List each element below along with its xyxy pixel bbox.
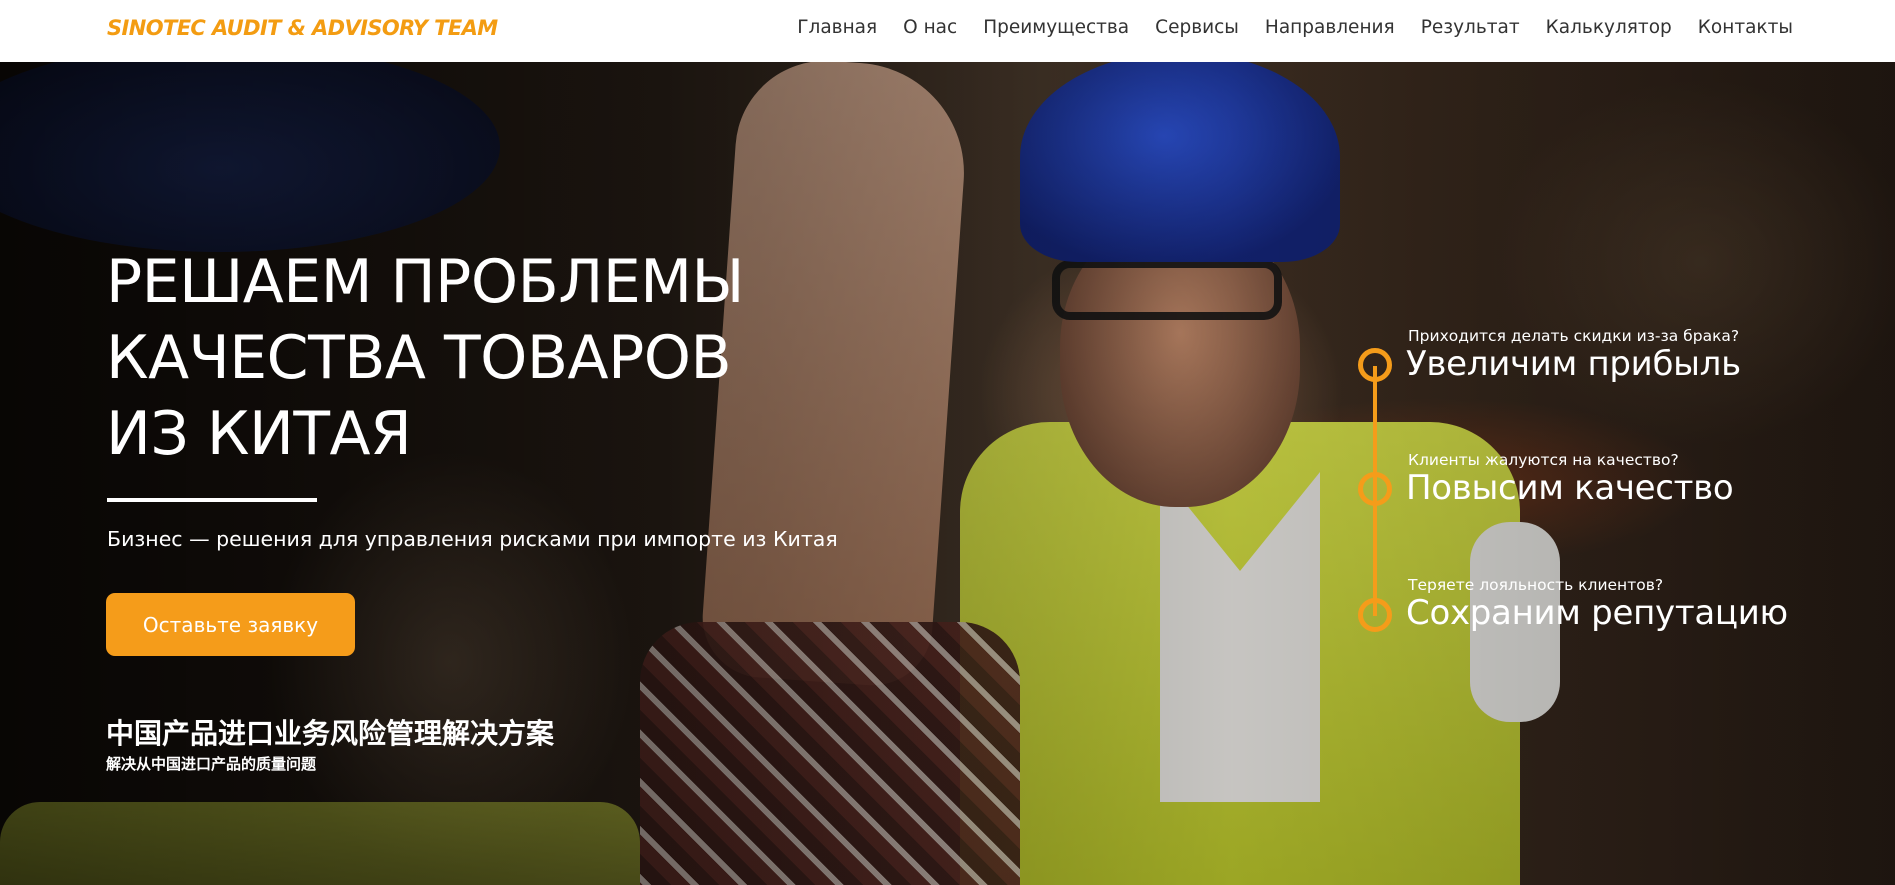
nav-item-home[interactable]: Главная: [797, 17, 877, 38]
site-header: SINOTEC AUDIT & ADVISORY TEAM Главная О …: [0, 0, 1895, 62]
nav-item-calculator[interactable]: Калькулятор: [1546, 17, 1672, 38]
benefit-answer: Сохраним репутацию: [1406, 593, 1788, 633]
nav-item-about[interactable]: О нас: [903, 17, 957, 38]
nav-item-directions[interactable]: Направления: [1265, 17, 1395, 38]
benefit-answer: Повысим качество: [1406, 468, 1734, 508]
chinese-title: 中国产品进口业务风险管理解决方案: [106, 717, 555, 750]
timeline-circle-icon: [1358, 472, 1392, 506]
headline-line-2: КАЧЕСТВА ТОВАРОВ: [106, 323, 732, 393]
timeline-circle-icon: [1358, 348, 1392, 382]
main-nav: Главная О нас Преимущества Сервисы Напра…: [797, 17, 1793, 38]
headline-line-3: ИЗ КИТАЯ: [106, 399, 412, 469]
hero-subtitle: Бизнес — решения для управления рисками …: [107, 527, 838, 551]
chinese-subtitle: 解决从中国进口产品的质量问题: [106, 755, 317, 773]
benefit-answer: Увеличим прибыль: [1406, 344, 1741, 384]
nav-item-results[interactable]: Результат: [1421, 17, 1520, 38]
benefit-question: Приходится делать скидки из-за брака?: [1408, 327, 1740, 345]
benefit-question: Теряете лояльность клиентов?: [1408, 576, 1664, 594]
timeline-circle-icon: [1358, 598, 1392, 632]
hero-headline: РЕШАЕМ ПРОБЛЕМЫ КАЧЕСТВА ТОВАРОВ ИЗ КИТА…: [106, 244, 906, 472]
request-button[interactable]: Оставьте заявку: [106, 593, 355, 656]
benefit-question: Клиенты жалуются на качество?: [1408, 451, 1679, 469]
headline-line-1: РЕШАЕМ ПРОБЛЕМЫ: [106, 247, 744, 317]
site-logo[interactable]: SINOTEC AUDIT & ADVISORY TEAM: [107, 16, 498, 40]
nav-item-services[interactable]: Сервисы: [1155, 17, 1239, 38]
headline-divider: [107, 498, 317, 502]
nav-item-contacts[interactable]: Контакты: [1698, 17, 1793, 38]
nav-item-advantages[interactable]: Преимущества: [983, 17, 1129, 38]
